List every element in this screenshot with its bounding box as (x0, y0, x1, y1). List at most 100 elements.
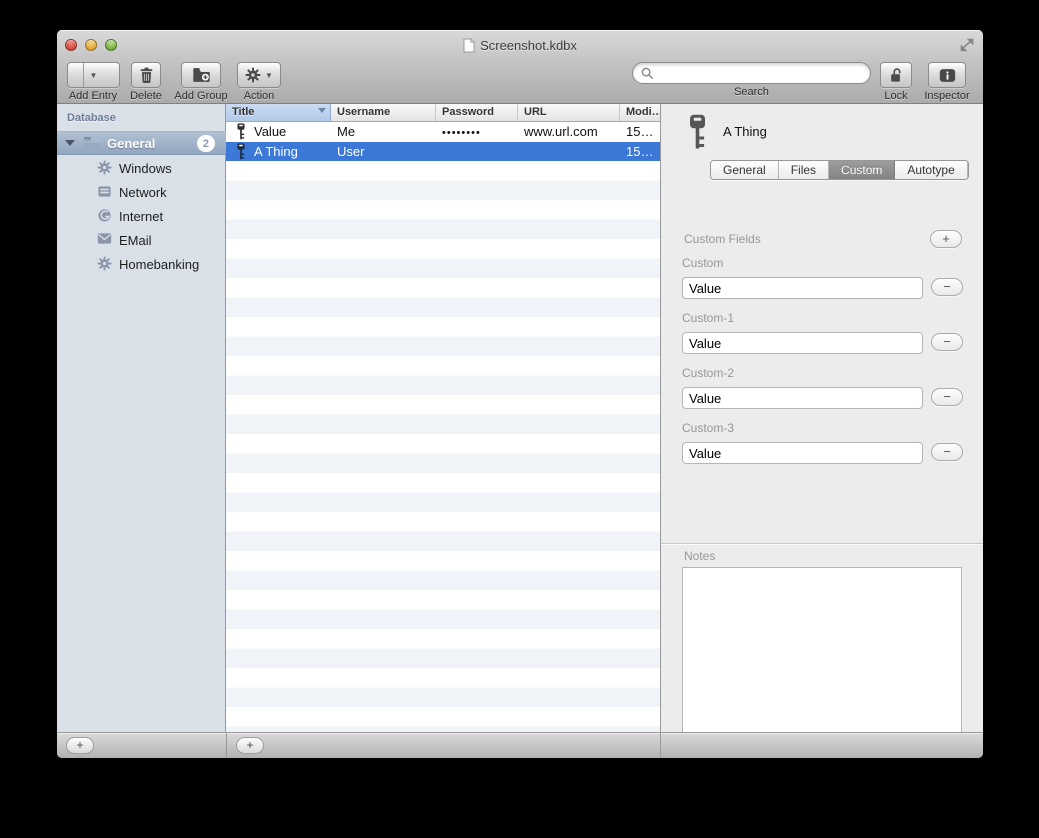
search-field[interactable] (632, 62, 871, 84)
fullscreen-arrows-icon[interactable] (959, 38, 975, 52)
envelope-icon (97, 232, 113, 248)
table-row[interactable]: A Thing User 15… (226, 142, 660, 162)
search-icon (641, 67, 654, 80)
column-header-url[interactable]: URL (518, 104, 620, 121)
sidebar-item-label: Internet (119, 209, 163, 224)
add-entry-label: Add Entry (69, 90, 117, 102)
custom-field-label: Custom-3 (682, 421, 963, 435)
lock-group: Lock (874, 62, 918, 102)
column-header-title[interactable]: Title (226, 104, 331, 121)
column-header-username[interactable]: Username (331, 104, 436, 121)
custom-fields-list: Custom − Custom-1 − Custom-2 − Custom-3 (682, 256, 963, 476)
search-input[interactable] (659, 66, 862, 81)
entry-table: Title Username Password URL Modi… Value (226, 104, 660, 732)
trash-icon (139, 67, 154, 84)
sidebar-item[interactable]: EMail (57, 228, 226, 252)
custom-field-group: Custom-3 − (682, 421, 963, 464)
table-row[interactable]: Value Me •••••••• www.url.com 15… (226, 122, 660, 142)
inspector-tab[interactable]: General (711, 161, 779, 179)
cell-modified: 15… (620, 124, 660, 139)
sidebar-item[interactable]: Windows (57, 156, 226, 180)
table-body: Value Me •••••••• www.url.com 15… A Thin… (226, 122, 660, 732)
custom-field-input[interactable] (682, 332, 923, 354)
custom-field-input[interactable] (682, 442, 923, 464)
custom-field-group: Custom − (682, 256, 963, 299)
cell-username: Me (331, 124, 436, 139)
column-header-modified[interactable]: Modi… (620, 104, 660, 121)
gear-icon (97, 256, 113, 272)
window-title: Screenshot.kdbx (480, 38, 577, 53)
delete-label: Delete (130, 90, 162, 102)
custom-field-input[interactable] (682, 277, 923, 299)
remove-custom-field-button[interactable]: − (931, 443, 963, 461)
add-group-button[interactable] (181, 62, 221, 88)
sidebar-item[interactable]: Homebanking (57, 252, 226, 276)
inspector-tab[interactable]: Autotype (895, 161, 967, 179)
sidebar-section-header: Database (67, 112, 116, 124)
key-icon (687, 114, 708, 150)
server-icon (97, 184, 113, 200)
custom-field-label: Custom (682, 256, 963, 270)
inspector-toggle-group: Inspector (919, 62, 975, 102)
custom-field-label: Custom-1 (682, 311, 963, 325)
chevron-down-icon[interactable]: ▼ (83, 63, 104, 87)
sidebar: Database General 2 Windows Network (57, 104, 226, 732)
title-bar[interactable]: Screenshot.kdbx (57, 30, 983, 60)
main-content: Database General 2 Windows Network (57, 104, 983, 732)
sidebar-item-label: Network (119, 185, 167, 200)
inspector-tab[interactable]: Files (779, 161, 829, 179)
inspector-tab[interactable]: Custom (829, 161, 895, 179)
sidebar-item-label: EMail (119, 233, 152, 248)
cell-url: www.url.com (518, 124, 620, 139)
divider (660, 733, 661, 758)
bottom-bar: + + (57, 732, 983, 758)
cell-password: •••••••• (436, 125, 518, 139)
divider (226, 733, 227, 758)
document-icon (463, 38, 475, 53)
entry-title: A Thing (723, 124, 767, 139)
remove-custom-field-button[interactable]: − (931, 333, 963, 351)
app-window: Screenshot.kdbx ▼ Add Entry (57, 30, 983, 758)
key-icon (236, 123, 246, 140)
custom-field-input[interactable] (682, 387, 923, 409)
lock-button[interactable] (880, 62, 912, 88)
folder-icon (83, 136, 101, 150)
notes-textarea[interactable] (682, 567, 962, 756)
globe-icon (97, 208, 113, 224)
inspector-label: Inspector (924, 90, 969, 102)
inspector-info-icon (939, 68, 956, 83)
sidebar-item[interactable]: Internet (57, 204, 226, 228)
action-button[interactable]: ▼ (237, 62, 281, 88)
cell-title: Value (254, 124, 286, 139)
add-group-label: Add Group (174, 90, 227, 102)
inspector-tabs: GeneralFilesCustomAutotype (710, 160, 969, 180)
add-group-group: Add Group (171, 62, 231, 102)
delete-button[interactable] (131, 62, 161, 88)
sort-descending-icon (318, 108, 326, 113)
search-label: Search (734, 86, 769, 98)
custom-field-group: Custom-1 − (682, 311, 963, 354)
add-entry-group: ▼ Add Entry (63, 62, 123, 102)
sidebar-item[interactable]: Network (57, 180, 226, 204)
remove-custom-field-button[interactable]: − (931, 388, 963, 406)
lock-label: Lock (884, 90, 907, 102)
cell-title: A Thing (254, 144, 298, 159)
sidebar-group-label: General (107, 136, 155, 151)
add-entry-button[interactable]: ▼ (67, 62, 120, 88)
custom-field-group: Custom-2 − (682, 366, 963, 409)
add-group-plus-button[interactable]: + (66, 737, 94, 754)
add-entry-plus-button[interactable]: + (236, 737, 264, 754)
folder-plus-icon (192, 67, 211, 83)
table-header: Title Username Password URL Modi… (226, 104, 660, 122)
key-icon (236, 143, 246, 160)
inspector-button[interactable] (928, 62, 966, 88)
disclosure-triangle-icon[interactable] (65, 140, 75, 146)
sidebar-group-general[interactable]: General 2 (57, 131, 226, 155)
entry-count-badge: 2 (197, 135, 215, 152)
delete-group: Delete (116, 62, 176, 102)
column-header-password[interactable]: Password (436, 104, 518, 121)
remove-custom-field-button[interactable]: − (931, 278, 963, 296)
cell-password (436, 150, 518, 152)
add-custom-field-button[interactable]: + (930, 230, 962, 248)
notes-heading: Notes (684, 549, 715, 563)
